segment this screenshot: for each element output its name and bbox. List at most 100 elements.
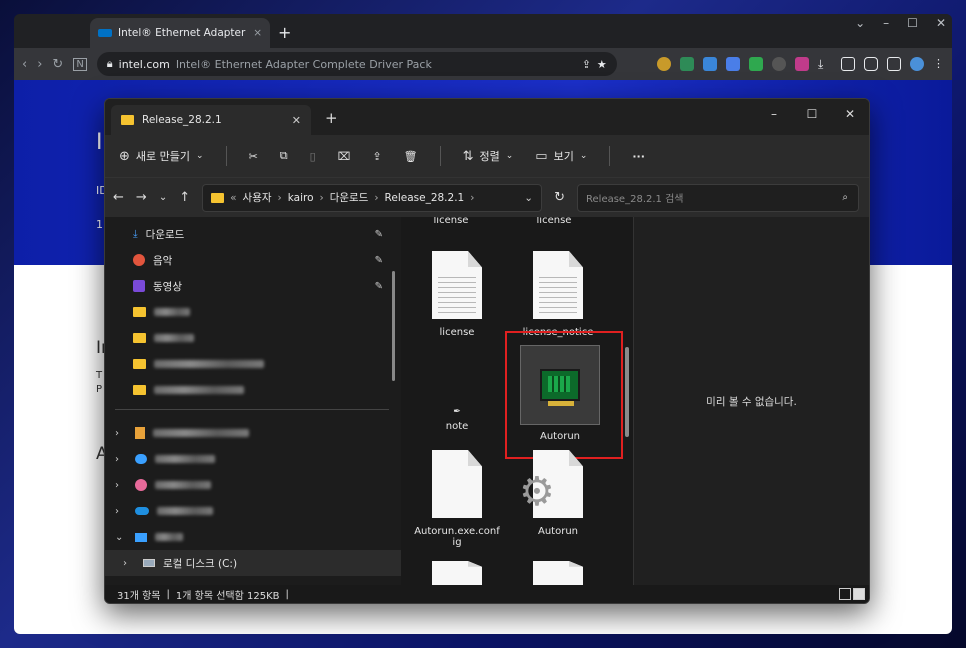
browser-new-tab-button[interactable]: +	[278, 23, 291, 42]
text-document-icon	[533, 251, 583, 319]
minimize-button[interactable]: –	[883, 16, 889, 30]
extension-gear-icon[interactable]	[772, 57, 786, 71]
extension-green-icon[interactable]	[749, 57, 763, 71]
text-document-icon	[432, 561, 482, 585]
nav-scrollbar[interactable]	[392, 271, 395, 381]
quick-access-folder[interactable]	[105, 351, 401, 377]
rename-icon[interactable]: ⌧	[338, 150, 351, 163]
download-icon[interactable]: ⤓	[818, 57, 832, 71]
new-button[interactable]: ⊕ 새로 만들기 ⌄	[119, 148, 204, 164]
delete-icon[interactable]: 🗑︎	[404, 150, 418, 163]
recent-chevron-icon[interactable]: ⌄	[159, 192, 167, 203]
quick-access-folder[interactable]	[105, 325, 401, 351]
profile-avatar-icon[interactable]	[910, 57, 924, 71]
maximize-button[interactable]: ☐	[907, 16, 918, 30]
breadcrumb-item[interactable]: kairo	[288, 192, 314, 204]
explorer-tab[interactable]: Release_28.2.1 ✕	[111, 105, 311, 135]
tree-item[interactable]: ⌄	[105, 524, 401, 550]
explorer-tab-close-icon[interactable]: ✕	[292, 114, 301, 127]
copy-icon[interactable]: ⧉	[280, 149, 288, 163]
paste-icon[interactable]: ▯	[310, 150, 316, 163]
explorer-minimize-button[interactable]: –	[755, 99, 793, 129]
share-icon[interactable]: ⇪	[372, 150, 381, 163]
divider	[609, 146, 611, 166]
quick-access-music[interactable]: 음악 ✎	[105, 247, 401, 273]
tree-item[interactable]: ›	[105, 446, 401, 472]
address-bar[interactable]: 🔒︎ intel.com Intel® Ethernet Adapter Com…	[96, 52, 617, 76]
extension-translate-icon[interactable]	[726, 57, 740, 71]
explorer-maximize-button[interactable]: ☐	[793, 99, 831, 129]
extension-check-icon[interactable]	[657, 57, 671, 71]
extension-photo-icon[interactable]	[703, 57, 717, 71]
menu-icon[interactable]: ⋮	[933, 57, 944, 71]
file-item[interactable]: license_notice	[513, 251, 603, 338]
side-panel-icon[interactable]	[887, 57, 901, 71]
tree-item[interactable]: ›	[105, 420, 401, 446]
file-scrollbar[interactable]	[625, 347, 629, 437]
cut-icon[interactable]: ✂	[249, 150, 258, 163]
tab-search-icon[interactable]: ⌄	[855, 16, 865, 30]
tree-item[interactable]: ›	[105, 472, 401, 498]
search-input[interactable]: Release_28.2.1 검색 ⌕	[577, 183, 860, 212]
tree-item-local-disk[interactable]: › 로컬 디스크 (C:)	[105, 550, 401, 576]
quick-access-videos[interactable]: 동영상 ✎	[105, 273, 401, 299]
file-name: Autorun	[537, 526, 578, 537]
close-button[interactable]: ✕	[936, 16, 946, 30]
quick-access-downloads[interactable]: ⤓ 다운로드 ✎	[105, 221, 401, 247]
bookmark-star-icon[interactable]: ★	[597, 58, 607, 71]
collapse-chevron-icon[interactable]: ⌄	[115, 532, 127, 543]
folder-icon	[133, 359, 146, 369]
pin-icon[interactable]: ✎	[375, 229, 383, 240]
expand-chevron-icon[interactable]: ›	[115, 506, 127, 517]
view-icon: ▭	[535, 148, 548, 164]
breadcrumb-item[interactable]: Release_28.2.1	[385, 192, 465, 204]
pin-icon[interactable]: ✎	[375, 281, 383, 292]
browser-tab[interactable]: Intel® Ethernet Adapter Comple ×	[90, 18, 270, 48]
file-item[interactable]: license	[509, 217, 599, 226]
preview-pane: 미리 볼 수 없습니다.	[633, 217, 869, 585]
reload-icon[interactable]: ↻	[52, 57, 63, 72]
text-document-icon	[533, 561, 583, 585]
address-dropdown-icon[interactable]: ⌄	[524, 192, 533, 204]
up-arrow-icon[interactable]: ↑	[179, 190, 190, 205]
file-item[interactable]: license	[406, 217, 496, 226]
quick-access-folder[interactable]	[105, 299, 401, 325]
file-item[interactable]: Autorun.exe.conf ig	[412, 450, 502, 548]
extension-shield-icon[interactable]	[680, 57, 694, 71]
overflow-chevron-icon[interactable]: «	[230, 192, 236, 204]
forward-arrow-icon[interactable]: →	[136, 190, 147, 205]
explorer-close-button[interactable]: ✕	[831, 99, 869, 129]
navigation-pane: ⤓ 다운로드 ✎ 음악 ✎ 동영상 ✎ › › › › ⌄ › 로컬 디스크 (…	[105, 217, 401, 585]
share-icon[interactable]: ⇪	[582, 58, 591, 71]
screencast-icon[interactable]	[841, 57, 855, 71]
expand-chevron-icon[interactable]: ›	[115, 454, 127, 465]
breadcrumb-item[interactable]: 사용자	[243, 190, 272, 205]
expand-chevron-icon[interactable]: ›	[115, 428, 127, 439]
breadcrumb-item[interactable]: 다운로드	[330, 190, 369, 205]
quick-access-folder[interactable]	[105, 377, 401, 403]
page-text-fragment: T	[96, 370, 103, 381]
reader-icon[interactable]: N	[73, 57, 87, 71]
explorer-new-tab-button[interactable]: +	[325, 109, 338, 127]
view-button[interactable]: ▭ 보기 ⌄	[535, 148, 587, 164]
expand-chevron-icon[interactable]: ›	[123, 558, 135, 569]
file-item[interactable]: license	[412, 251, 502, 338]
pin-icon[interactable]: ✎	[375, 255, 383, 266]
tree-item[interactable]: ›	[105, 498, 401, 524]
forward-icon[interactable]: ›	[37, 57, 42, 72]
sort-button[interactable]: ⇅ 정렬 ⌄	[463, 148, 514, 164]
back-arrow-icon[interactable]: ←	[113, 190, 124, 205]
back-icon[interactable]: ‹	[22, 57, 27, 72]
breadcrumb[interactable]: « 사용자 › kairo › 다운로드 › Release_28.2.1 › …	[202, 183, 543, 212]
refresh-icon[interactable]: ↻	[554, 190, 565, 205]
more-options-button[interactable]: ···	[632, 150, 645, 163]
highlight-box	[505, 331, 623, 459]
details-view-icon[interactable]	[839, 588, 851, 600]
file-item[interactable]: ✒ note	[412, 407, 502, 432]
view-toggle	[839, 588, 869, 600]
tab-close-icon[interactable]: ×	[253, 27, 262, 39]
screenshot-icon[interactable]	[864, 57, 878, 71]
extension-flag-icon[interactable]	[795, 57, 809, 71]
tiles-view-icon[interactable]	[853, 588, 865, 600]
expand-chevron-icon[interactable]: ›	[115, 480, 127, 491]
